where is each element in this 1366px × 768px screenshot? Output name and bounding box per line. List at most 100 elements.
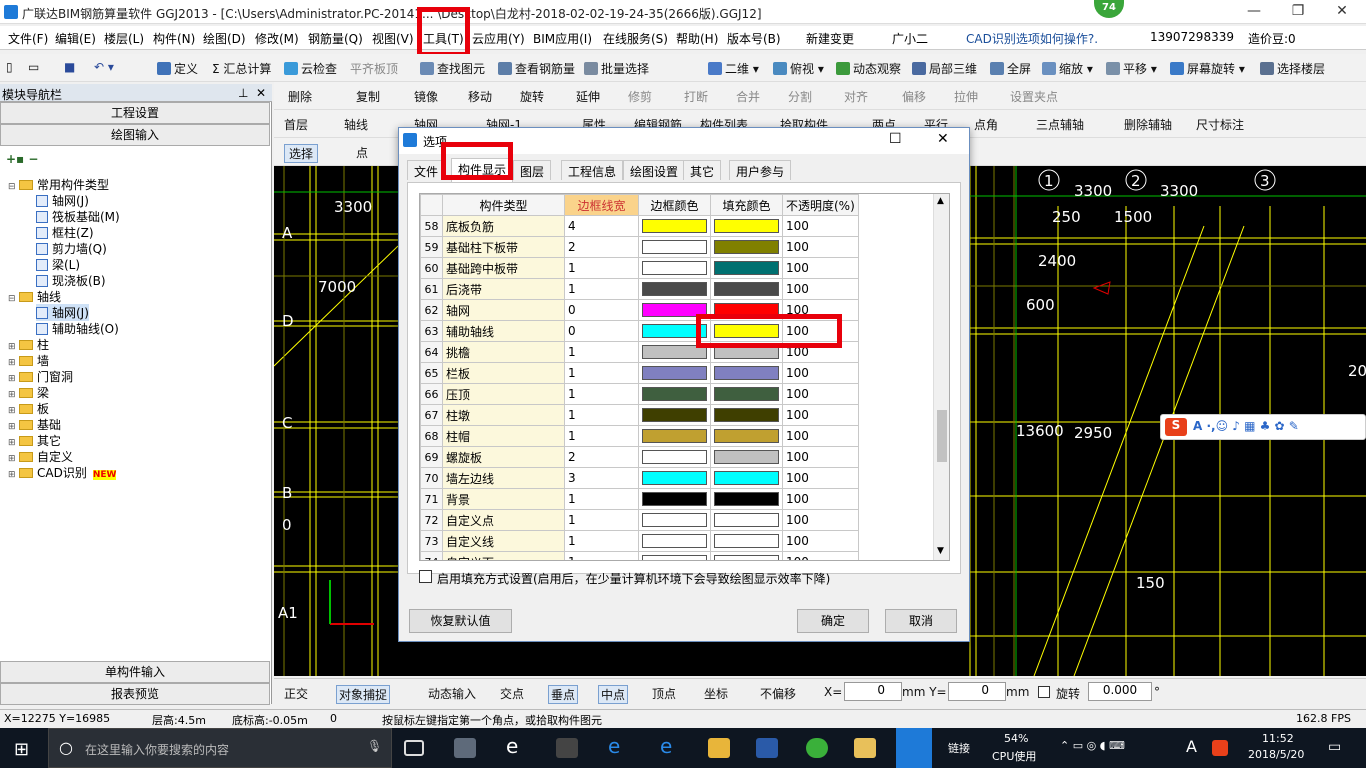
stretch-button[interactable]: 拉伸 [954, 88, 978, 105]
border-width-cell[interactable]: 1 [564, 362, 639, 384]
table-row[interactable]: 68 柱帽 1 100 [420, 425, 859, 447]
offset-button[interactable]: 偏移 [902, 88, 926, 105]
menu-online[interactable]: 在线服务(S) [603, 30, 668, 47]
add-icon[interactable]: +▪ − [6, 152, 38, 166]
batch-select-button[interactable]: 批量选择 [584, 60, 649, 77]
edge-legacy-icon[interactable]: e [506, 734, 528, 758]
tab-project-info[interactable]: 工程信息 [561, 160, 624, 180]
rotate-checkbox[interactable] [1038, 686, 1050, 698]
border-color-swatch[interactable] [642, 240, 707, 254]
table-row[interactable]: 66 压顶 1 100 [420, 383, 859, 405]
fullscreen-button[interactable]: 全屏 [990, 60, 1031, 77]
find-element-button[interactable]: 查找图元 [420, 60, 485, 77]
expand-toggle-icon[interactable]: ⊟ [8, 182, 17, 192]
tree-item[interactable]: ⊞ 自定义 [8, 448, 73, 465]
opacity-cell[interactable]: 100 [782, 509, 859, 531]
menu-guangxiaoer[interactable]: 广小二 [892, 30, 928, 47]
tree-item[interactable]: ⊞ 门窗洞 [8, 368, 73, 385]
price-bean[interactable]: 造价豆:0 [1248, 30, 1296, 47]
border-color-cell[interactable] [638, 446, 711, 468]
border-color-swatch[interactable] [642, 555, 707, 560]
expand-toggle-icon[interactable]: ⊞ [8, 406, 17, 416]
menu-version[interactable]: 版本号(B) [727, 30, 781, 47]
merge-button[interactable]: 合并 [736, 88, 760, 105]
opacity-cell[interactable]: 100 [782, 488, 859, 510]
fill-color-cell[interactable] [710, 257, 783, 279]
close-button[interactable]: ✕ [1320, 0, 1364, 24]
border-color-swatch[interactable] [642, 534, 707, 548]
table-row[interactable]: 71 背景 1 100 [420, 488, 859, 510]
break-button[interactable]: 打断 [684, 88, 708, 105]
ortho-toggle[interactable]: 正交 [284, 685, 308, 702]
three-point-axis-button[interactable]: 三点辅轴 [1036, 116, 1084, 133]
fill-color-swatch[interactable] [714, 534, 779, 548]
object-snap-toggle[interactable]: 对象捕捉 [336, 685, 391, 704]
cancel-button[interactable]: 取消 [885, 609, 957, 633]
notes-icon[interactable] [854, 738, 876, 758]
panel-close-icon[interactable]: ✕ [256, 86, 266, 100]
border-width-cell[interactable]: 2 [564, 236, 639, 258]
project-settings-button[interactable]: 工程设置 [0, 102, 270, 124]
fill-color-swatch[interactable] [714, 387, 779, 401]
menu-edit[interactable]: 编辑(E) [55, 30, 96, 47]
expand-toggle-icon[interactable]: ⊞ [8, 342, 17, 352]
fill-color-cell[interactable] [710, 425, 783, 447]
edge-icon[interactable]: e [608, 734, 630, 758]
view-2d-dropdown[interactable]: 二维 ▾ [708, 60, 759, 77]
fill-color-swatch[interactable] [714, 513, 779, 527]
expand-toggle-icon[interactable]: ⊞ [8, 422, 17, 432]
opacity-cell[interactable]: 100 [782, 446, 859, 468]
fill-color-swatch[interactable] [714, 366, 779, 380]
table-row[interactable]: 73 自定义线 1 100 [420, 530, 859, 552]
local-3d-button[interactable]: 局部三维 [912, 60, 977, 77]
fill-color-swatch[interactable] [714, 450, 779, 464]
active-glodon-icon[interactable] [896, 728, 932, 768]
menu-modify[interactable]: 修改(M) [255, 30, 299, 47]
rotate-input[interactable]: 0.000 [1088, 682, 1152, 701]
ime-indicator[interactable]: A [1186, 737, 1197, 756]
align-dropdown[interactable]: 对齐 [844, 88, 868, 105]
snap-perpendicular[interactable]: 垂点 [548, 685, 579, 704]
fill-color-swatch[interactable] [714, 492, 779, 506]
border-color-swatch[interactable] [642, 408, 707, 422]
border-color-cell[interactable] [638, 215, 711, 237]
phone-account[interactable]: 13907298339 [1150, 30, 1234, 44]
dialog-maximize-button[interactable]: ☐ [889, 131, 902, 147]
tree-item[interactable]: ⊟ 轴线 [8, 288, 61, 305]
border-width-cell[interactable]: 1 [564, 341, 639, 363]
fill-color-cell[interactable] [710, 530, 783, 552]
copy-button[interactable]: 复制 [356, 88, 380, 105]
border-width-cell[interactable]: 0 [564, 320, 639, 342]
border-color-swatch[interactable] [642, 261, 707, 275]
save-icon[interactable]: ■ [64, 60, 75, 74]
border-color-swatch[interactable] [642, 471, 707, 485]
snap-coordinate[interactable]: 坐标 [704, 685, 728, 702]
mirror-button[interactable]: 镜像 [414, 88, 438, 105]
opacity-cell[interactable]: 100 [782, 383, 859, 405]
tree-item[interactable]: ⊞ 板 [8, 400, 49, 417]
sogou-icon[interactable]: S [1165, 418, 1187, 436]
tree-item[interactable]: ⊞ 墙 [8, 352, 49, 369]
dynamic-view-button[interactable]: 动态观察 [836, 60, 901, 77]
opacity-cell[interactable]: 100 [782, 236, 859, 258]
tree-item[interactable]: ⊞ 其它 [8, 432, 61, 449]
border-color-cell[interactable] [638, 383, 711, 405]
pan-dropdown[interactable]: 平移 ▾ [1106, 60, 1157, 77]
menu-cloud[interactable]: 云应用(Y) [472, 30, 525, 47]
border-color-swatch[interactable] [642, 366, 707, 380]
opacity-cell[interactable]: 100 [782, 551, 859, 560]
fan-app-icon[interactable] [454, 738, 476, 758]
scroll-up-icon[interactable]: ▲ [937, 196, 944, 206]
fill-color-cell[interactable] [710, 236, 783, 258]
menu-draw[interactable]: 绘图(D) [203, 30, 246, 47]
tree-item[interactable]: 剪力墙(Q) [36, 240, 107, 257]
dialog-close-button[interactable]: ✕ [937, 131, 949, 147]
extend-button[interactable]: 延伸 [576, 88, 600, 105]
fill-color-cell[interactable] [710, 215, 783, 237]
align-top-button[interactable]: 平齐板顶 [350, 60, 398, 77]
border-width-cell[interactable]: 0 [564, 299, 639, 321]
expand-toggle-icon[interactable]: ⊞ [8, 358, 17, 368]
cad-help-link[interactable]: CAD识别选项如何操作?. [966, 30, 1098, 47]
snap-vertex[interactable]: 顶点 [652, 685, 676, 702]
opacity-cell[interactable]: 100 [782, 404, 859, 426]
